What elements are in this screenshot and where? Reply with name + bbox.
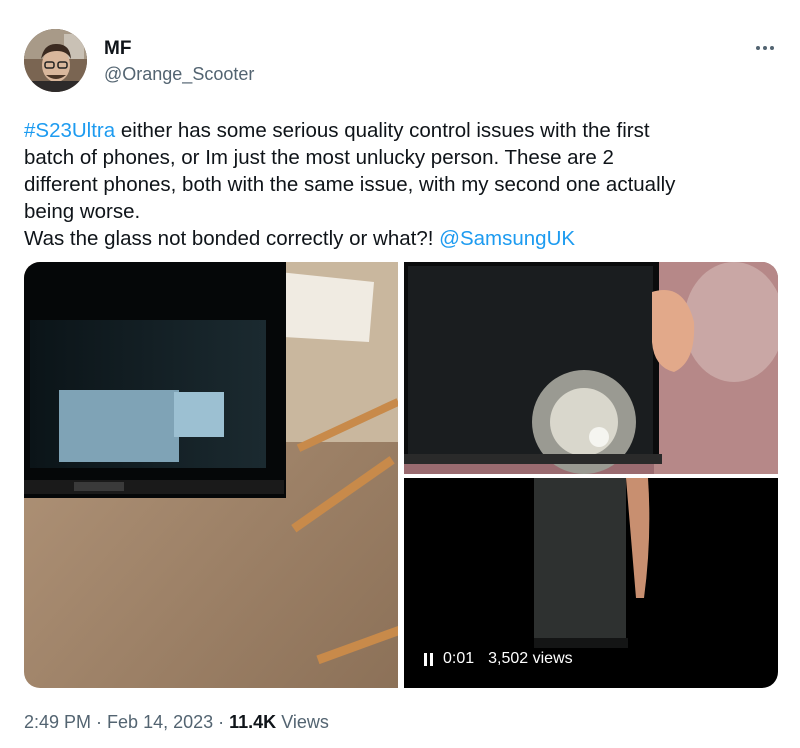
separator: · bbox=[213, 712, 230, 732]
tweet-line-5: Was the glass not bonded correctly or wh… bbox=[24, 227, 440, 250]
separator: · bbox=[91, 712, 108, 732]
author-name[interactable]: MF bbox=[104, 38, 131, 60]
media-grid: 0:01 3,502 views bbox=[24, 262, 778, 688]
tweet-line-3: different phones, both with the same iss… bbox=[24, 173, 676, 196]
more-dots-icon[interactable] bbox=[750, 38, 780, 58]
author-handle[interactable]: @Orange_Scooter bbox=[104, 64, 254, 85]
views-count: 11.4K bbox=[229, 712, 277, 732]
tweet-date[interactable]: Feb 14, 2023 bbox=[107, 712, 213, 732]
views-label: Views bbox=[276, 712, 329, 732]
photo-2[interactable] bbox=[404, 262, 778, 474]
tweet-text: #S23Ultra either has some serious qualit… bbox=[24, 117, 784, 252]
tweet-line-1: either has some serious quality control … bbox=[115, 119, 650, 142]
tweet-card: MF @Orange_Scooter #S23Ultra either has … bbox=[0, 0, 800, 748]
video-overlay: 0:01 3,502 views bbox=[424, 650, 573, 668]
avatar-image bbox=[24, 29, 87, 92]
avatar[interactable] bbox=[24, 29, 87, 92]
pause-icon[interactable] bbox=[424, 652, 433, 666]
video-views: 3,502 views bbox=[488, 650, 573, 667]
video-time: 0:01 bbox=[443, 650, 475, 667]
tweet-line-2: batch of phones, or Im just the most unl… bbox=[24, 146, 614, 169]
video-player[interactable]: 0:01 3,502 views bbox=[404, 478, 778, 688]
mention-link[interactable]: @SamsungUK bbox=[439, 227, 575, 250]
photo-1[interactable] bbox=[24, 262, 398, 688]
tweet-time[interactable]: 2:49 PM bbox=[24, 712, 91, 732]
hashtag-link[interactable]: #S23Ultra bbox=[24, 119, 115, 142]
tweet-line-4: being worse. bbox=[24, 200, 141, 223]
tweet-meta: 2:49 PM · Feb 14, 2023 · 11.4K Views bbox=[24, 712, 329, 733]
